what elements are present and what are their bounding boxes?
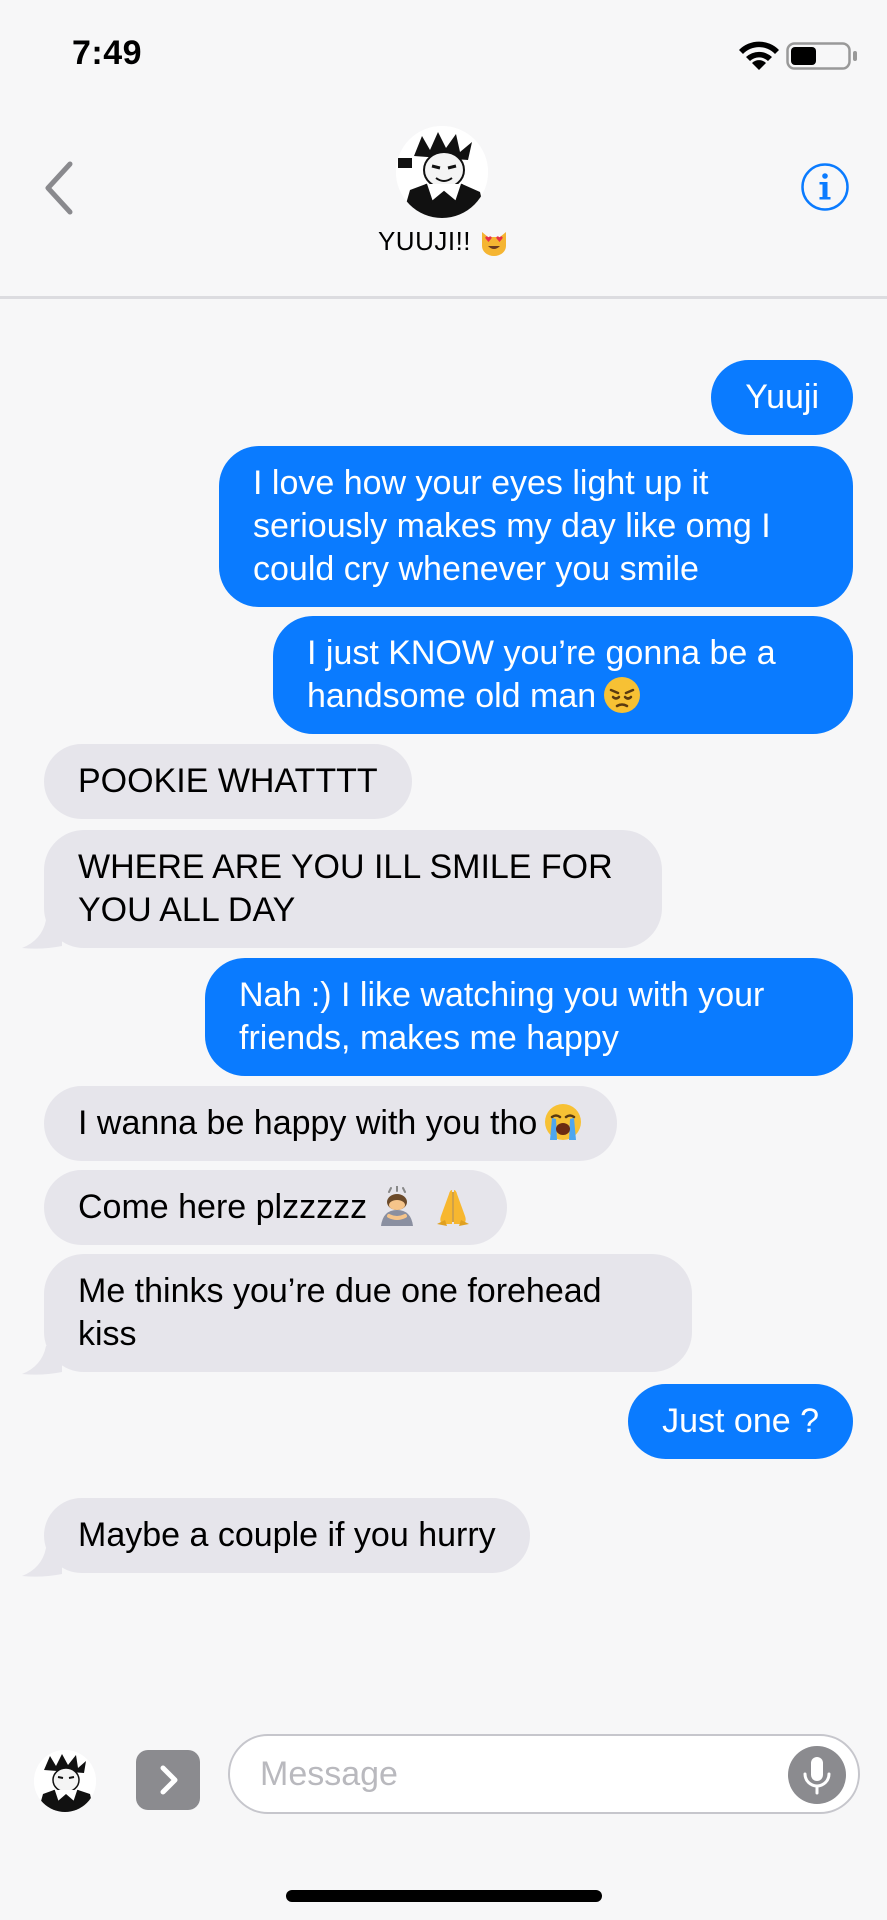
sent-message[interactable]: I love how your eyes light up it serious… [219,446,853,607]
contact-name[interactable]: YUUJI!! [0,226,887,257]
home-indicator[interactable] [286,1890,602,1902]
message-text: Yuuji [745,378,819,416]
message-text: Come here plzzzzz [78,1188,368,1226]
expand-apps-button[interactable] [136,1750,200,1810]
messages-screen: 7:49 YUUJI!! Yuuji I love how your eyes … [0,0,887,1920]
received-message[interactable]: POOKIE WHATTTT [44,744,412,819]
status-bar: 7:49 [0,0,887,110]
message-text: Nah :) I like watching you with your fri… [239,976,765,1057]
dictation-button[interactable] [788,1746,846,1804]
manga-portrait-image [396,126,488,218]
bubble-tail [22,1346,62,1375]
loudly-crying-face-emoji [545,1104,582,1140]
microphone-icon [803,1757,831,1795]
message-text: WHERE ARE YOU ILL SMILE FOR YOU ALL DAY [78,848,613,929]
person-bowing-emoji [381,1186,414,1226]
message-text: Just one ? [662,1402,819,1440]
bubble-tail [22,1548,62,1577]
status-time: 7:49 [72,34,143,72]
battery-icon [786,42,857,70]
message-text: I just KNOW you’re gonna be a handsome o… [307,634,776,715]
heart-eyes-cat-emoji [482,232,507,256]
received-message[interactable]: Maybe a couple if you hurry [44,1498,530,1573]
sent-message[interactable]: Just one ? [628,1384,853,1459]
message-text: I love how your eyes light up it serious… [253,464,771,588]
message-text: POOKIE WHATTTT [78,762,378,800]
pensive-face-emoji [604,677,641,713]
chevron-left-icon[interactable] [40,160,80,216]
info-icon[interactable] [800,162,850,212]
avatar-app-icon[interactable] [34,1750,96,1812]
sent-message[interactable]: Nah :) I like watching you with your fri… [205,958,853,1076]
message-text: Me thinks you’re due one forehead kiss [78,1272,602,1353]
manga-portrait-image [34,1750,96,1812]
message-text: Maybe a couple if you hurry [78,1516,496,1554]
compose-bar [0,1718,887,1838]
received-message[interactable]: Come here plzzzzz [44,1170,508,1245]
bubble-tail [22,920,62,949]
folded-hands-emoji [437,1190,470,1226]
message-text: I wanna be happy with you tho [78,1104,538,1142]
contact-name-text: YUUJI!! [377,226,472,256]
contact-avatar[interactable] [396,126,488,218]
wifi-icon [739,41,779,70]
message-input[interactable] [228,1734,860,1814]
received-message[interactable]: Me thinks you’re due one forehead kiss [44,1254,692,1372]
received-message[interactable]: WHERE ARE YOU ILL SMILE FOR YOU ALL DAY [44,830,662,948]
sent-message[interactable]: I just KNOW you’re gonna be a handsome o… [273,616,853,734]
chevron-right-icon [160,1765,178,1795]
received-message[interactable]: I wanna be happy with you tho [44,1086,618,1161]
sent-message[interactable]: Yuuji [711,360,853,435]
conversation-header: YUUJI!! [0,110,887,299]
